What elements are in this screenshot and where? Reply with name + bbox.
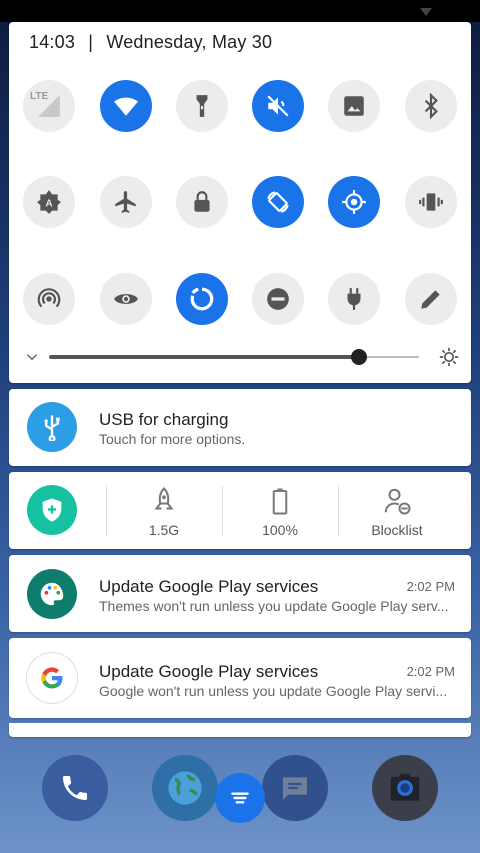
- eye-icon: [114, 294, 138, 304]
- hotspot-icon: [37, 288, 61, 308]
- menu-icon: [231, 792, 249, 804]
- status-bar: [0, 0, 480, 22]
- data-saver-icon: [190, 287, 214, 311]
- location-icon: [342, 190, 366, 214]
- google-icon: [27, 653, 77, 703]
- notification-collapsed-stub[interactable]: [9, 723, 471, 737]
- tile-lock[interactable]: [176, 176, 228, 228]
- divider: [106, 486, 107, 536]
- menu-button[interactable]: [215, 773, 265, 823]
- notification-usb[interactable]: USB for charging Touch for more options.: [9, 389, 471, 466]
- globe-icon[interactable]: [152, 755, 218, 821]
- lock-icon: [194, 191, 210, 212]
- tile-auto-rotate[interactable]: [252, 176, 304, 228]
- tool-label: 1.5G: [148, 522, 180, 538]
- notification-google-play-google[interactable]: Update Google Play services 2:02 PM Goog…: [9, 638, 471, 718]
- tool-battery[interactable]: 100%: [225, 482, 335, 542]
- divider: [222, 486, 223, 536]
- bluetooth-icon: [424, 93, 438, 119]
- notification-google-play-themes[interactable]: Update Google Play services 2:02 PM Them…: [9, 555, 471, 632]
- svg-text:A: A: [45, 198, 52, 209]
- notification-title: USB for charging: [99, 410, 229, 429]
- tool-label: Blocklist: [371, 522, 423, 538]
- battery-icon: [272, 488, 288, 515]
- pencil-icon: [421, 290, 440, 309]
- camera-icon[interactable]: [372, 755, 438, 821]
- person-block-icon: [384, 488, 411, 515]
- minus-circle-icon: [267, 288, 289, 310]
- notification-subtitle: Touch for more options.: [99, 431, 246, 447]
- date: Wednesday, May 30: [106, 32, 273, 52]
- brightness-auto-icon[interactable]: [439, 347, 459, 367]
- tool-memory-boost[interactable]: 1.5G: [109, 482, 219, 542]
- chevron-down-icon[interactable]: [23, 348, 41, 366]
- rotate-icon: [267, 191, 289, 213]
- date-time: 14:03 | Wednesday, May 30: [29, 32, 272, 53]
- notification-time: 2:02 PM: [406, 664, 455, 679]
- notification-time: 2:02 PM: [406, 579, 455, 594]
- quick-settings-panel: 14:03 | Wednesday, May 30 LTE A: [9, 22, 471, 383]
- tile-eye-comfort[interactable]: [100, 273, 152, 325]
- tile-bluetooth[interactable]: [405, 80, 457, 132]
- tool-blocklist[interactable]: Blocklist: [342, 482, 452, 542]
- notification-title: Update Google Play services: [99, 577, 319, 596]
- image-icon: [344, 96, 364, 116]
- message-icon[interactable]: [262, 755, 328, 821]
- tile-power-saver[interactable]: [328, 273, 380, 325]
- tile-airplane[interactable]: [100, 176, 152, 228]
- brightness-slider-thumb[interactable]: [351, 349, 367, 365]
- rocket-icon: [154, 487, 174, 510]
- volume-off-icon: [267, 95, 289, 117]
- separator: |: [88, 32, 94, 52]
- palette-icon: [27, 569, 77, 619]
- tile-mobile-data[interactable]: LTE: [23, 80, 75, 132]
- tile-data-saver[interactable]: [176, 273, 228, 325]
- tile-auto-brightness[interactable]: A: [23, 176, 75, 228]
- signal-icon: [420, 8, 432, 16]
- clock: 14:03: [29, 32, 76, 52]
- tile-flashlight[interactable]: [176, 80, 228, 132]
- shield-plus-icon[interactable]: [27, 485, 77, 535]
- tile-do-not-disturb[interactable]: [252, 273, 304, 325]
- notification-title: Update Google Play services: [99, 662, 319, 681]
- tile-hotspot[interactable]: [23, 273, 75, 325]
- usb-icon: [27, 402, 77, 452]
- tool-label: 100%: [262, 522, 298, 538]
- brightness-row: [23, 346, 459, 368]
- tile-wifi[interactable]: [100, 80, 152, 132]
- flashlight-icon: [196, 95, 208, 117]
- tile-sound[interactable]: [252, 80, 304, 132]
- brightness-fill: [49, 355, 359, 359]
- notification-security-tools: 1.5G 100% Blocklist: [9, 472, 471, 549]
- plug-icon: [347, 288, 361, 310]
- divider: [338, 486, 339, 536]
- notification-subtitle: Themes won't run unless you update Googl…: [99, 598, 449, 614]
- wifi-icon: [114, 97, 138, 116]
- tile-edit[interactable]: [405, 273, 457, 325]
- tile-location[interactable]: [328, 176, 380, 228]
- lte-signal-icon: LTE: [30, 91, 62, 119]
- airplane-icon: [115, 191, 136, 213]
- vibrate-icon: [419, 193, 443, 211]
- notification-subtitle: Google won't run unless you update Googl…: [99, 683, 448, 699]
- tile-vibrate[interactable]: [405, 176, 457, 228]
- tile-screenshot[interactable]: [328, 80, 380, 132]
- brightness-auto-icon: A: [37, 190, 61, 214]
- phone-icon[interactable]: [42, 755, 108, 821]
